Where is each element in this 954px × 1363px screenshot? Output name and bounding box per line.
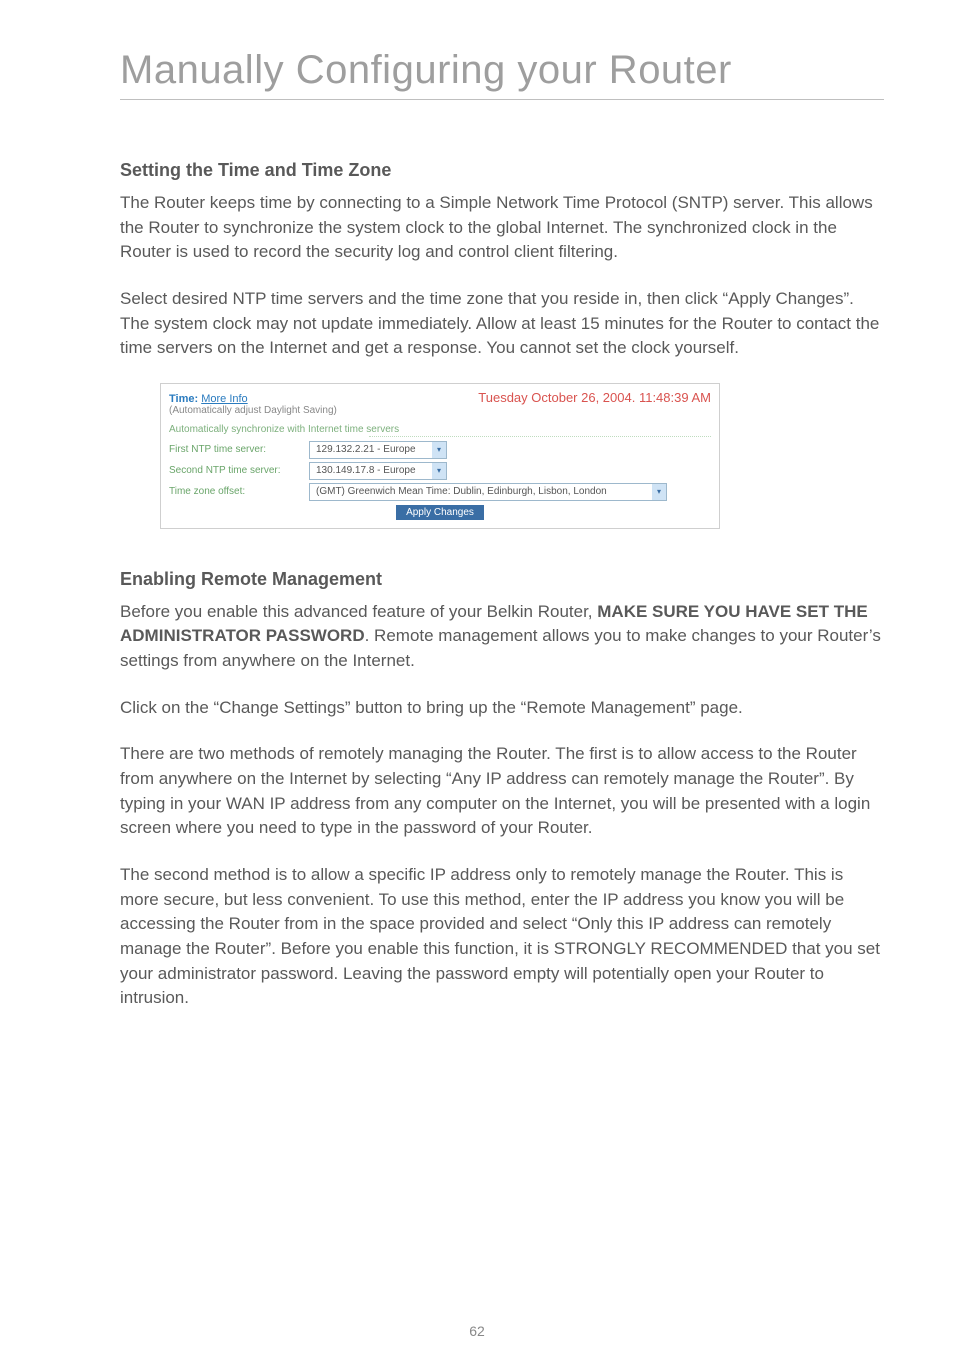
section-heading-remote: Enabling Remote Management	[120, 569, 884, 590]
first-ntp-select[interactable]: 129.132.2.21 - Europe ▾	[309, 441, 447, 459]
first-ntp-label: First NTP time server:	[169, 444, 309, 455]
para-remote-4: The second method is to allow a specific…	[120, 863, 884, 1011]
time-label: Time: More Info	[169, 393, 248, 405]
time-label-text: Time:	[169, 393, 198, 405]
timezone-label: Time zone offset:	[169, 486, 309, 497]
daylight-saving-note: (Automatically adjust Daylight Saving)	[169, 405, 337, 416]
para-time-1: The Router keeps time by connecting to a…	[120, 191, 884, 265]
para-remote-1-pre: Before you enable this advanced feature …	[120, 602, 597, 621]
section-heading-time: Setting the Time and Time Zone	[120, 160, 884, 181]
chevron-down-icon: ▾	[652, 484, 666, 500]
apply-changes-button[interactable]: Apply Changes	[396, 505, 484, 520]
second-ntp-value: 130.149.17.8 - Europe	[310, 465, 432, 476]
auto-sync-label: Automatically synchronize with Internet …	[169, 424, 711, 435]
more-info-link[interactable]: More Info	[201, 393, 247, 405]
time-settings-panel: Time: More Info (Automatically adjust Da…	[160, 383, 720, 529]
second-ntp-select[interactable]: 130.149.17.8 - Europe ▾	[309, 462, 447, 480]
para-time-2: Select desired NTP time servers and the …	[120, 287, 884, 361]
para-remote-2: Click on the “Change Settings” button to…	[120, 696, 884, 721]
para-remote-1: Before you enable this advanced feature …	[120, 600, 884, 674]
second-ntp-label: Second NTP time server:	[169, 465, 309, 476]
clock-readout: Tuesday October 26, 2004. 11:48:39 AM	[478, 390, 711, 405]
divider	[120, 99, 884, 100]
chevron-down-icon: ▾	[432, 442, 446, 458]
chapter-title: Manually Configuring your Router	[120, 48, 884, 93]
chevron-down-icon: ▾	[432, 463, 446, 479]
timezone-select[interactable]: (GMT) Greenwich Mean Time: Dublin, Edinb…	[309, 483, 667, 501]
page-number: 62	[0, 1323, 954, 1339]
timezone-value: (GMT) Greenwich Mean Time: Dublin, Edinb…	[310, 486, 652, 497]
first-ntp-value: 129.132.2.21 - Europe	[310, 444, 432, 455]
para-remote-3: There are two methods of remotely managi…	[120, 742, 884, 841]
